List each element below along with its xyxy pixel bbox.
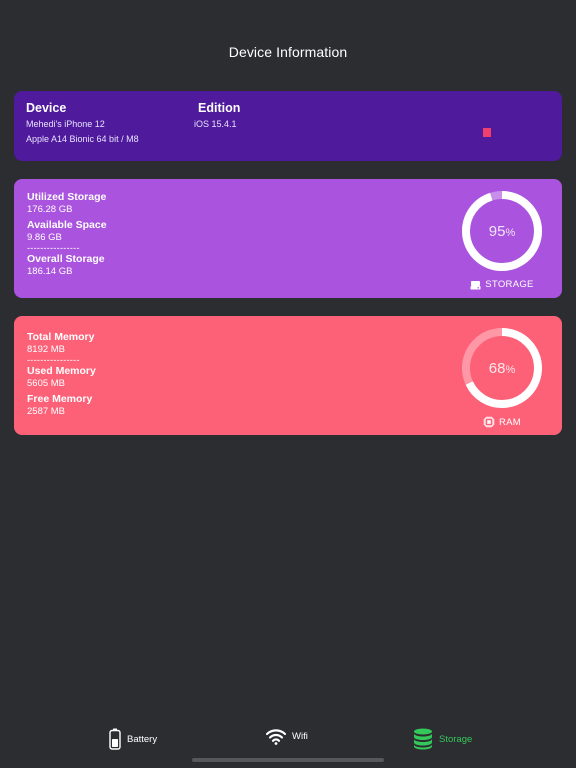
ram-info: Total Memory 8192 MB ---------------- Us… [27,331,96,421]
total-memory-value: 8192 MB [27,344,66,355]
ram-progress-ring: 68% [460,326,544,410]
free-memory-value: 2587 MB [27,406,66,417]
storage-percent: 95 [488,222,506,240]
device-card: Device Mehedi's iPhone 12 Apple A14 Bion… [14,91,562,161]
tab-battery[interactable]: Battery [109,728,157,750]
total-memory-label: Total Memory [27,331,95,343]
storage-progress-ring: 95% [460,189,544,273]
device-label: Device [26,101,67,115]
utilized-storage-value: 176.28 GB [27,204,73,215]
ram-chip: RAM [460,416,544,428]
storage-chip: STORAGE [460,279,544,290]
free-memory-label: Free Memory [27,393,93,405]
ram-percent: 68 [488,359,506,377]
storage-info: Utilized Storage 176.28 GB Available Spa… [27,191,107,281]
tab-storage-label: Storage [439,733,473,745]
overall-storage-value: 186.14 GB [27,266,73,277]
utilized-storage-label: Utilized Storage [27,191,107,203]
wifi-icon [266,728,286,745]
cpu-icon [483,416,495,428]
indicator-square [483,128,491,137]
used-memory-label: Used Memory [27,365,96,377]
edition-label: Edition [198,101,241,115]
database-icon [413,728,433,750]
tab-wifi-label: Wifi [292,731,308,742]
ram-separator: ---------------- [27,356,80,365]
used-memory-value: 5605 MB [27,378,66,389]
available-space-label: Available Space [27,219,107,231]
ram-card: Total Memory 8192 MB ---------------- Us… [14,316,562,435]
ram-chip-label: RAM [498,416,521,428]
tab-battery-label: Battery [127,733,158,745]
storage-chip-label: STORAGE [485,279,534,290]
tab-bar: Battery Wifi Storage [0,728,576,754]
storage-card: Utilized Storage 176.28 GB Available Spa… [14,179,562,298]
page-title: Device Information [228,44,348,60]
tab-wifi[interactable]: Wifi [266,728,308,745]
battery-icon [109,728,121,750]
ram-percent-sign: % [505,363,516,376]
tab-storage[interactable]: Storage [413,728,472,750]
home-indicator[interactable] [192,758,384,762]
device-chip: Apple A14 Bionic 64 bit / M8 [26,134,139,144]
overall-storage-label: Overall Storage [27,253,105,265]
drive-icon [470,280,481,290]
edition-value: iOS 15.4.1 [194,119,237,129]
storage-separator: ---------------- [27,244,80,253]
storage-percent-sign: % [505,226,516,239]
device-name: Mehedi's iPhone 12 [26,119,105,129]
available-space-value: 9.86 GB [27,232,62,243]
